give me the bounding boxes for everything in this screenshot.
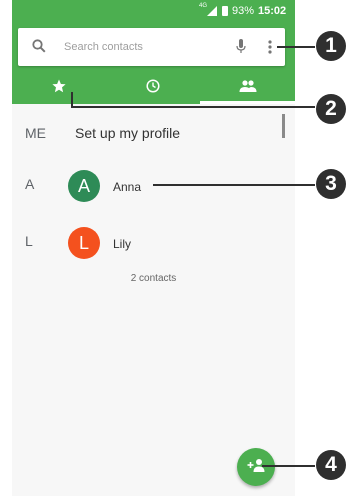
avatar[interactable]: A: [68, 170, 100, 202]
clock-icon: [146, 78, 160, 98]
more-options-icon[interactable]: [268, 40, 272, 59]
callout-line-1: [277, 46, 315, 48]
status-bar: 4G 93% 15:02: [12, 0, 295, 22]
search-icon[interactable]: [32, 39, 46, 58]
section-letter: L: [25, 233, 33, 249]
star-icon: [52, 79, 66, 98]
search-placeholder[interactable]: Search contacts: [64, 41, 143, 53]
callout-line-3: [153, 184, 315, 186]
signal-icon: [207, 6, 217, 16]
section-letter: ME: [25, 125, 46, 141]
callout-line-4: [262, 465, 315, 467]
search-bar[interactable]: Search contacts: [18, 28, 285, 66]
scrollbar[interactable]: [282, 114, 285, 138]
battery-icon: [222, 6, 228, 16]
add-person-icon: [247, 458, 265, 477]
setup-profile-label[interactable]: Set up my profile: [75, 125, 180, 141]
tab-recent[interactable]: [106, 72, 200, 104]
callout-line-2: [71, 106, 315, 108]
contact-count: 2 contacts: [130, 273, 177, 284]
contact-name[interactable]: Anna: [113, 180, 141, 194]
tab-bar: [12, 72, 295, 104]
app-header: 4G 93% 15:02 Search contacts: [12, 0, 295, 104]
avatar[interactable]: L: [68, 227, 100, 259]
callout-badge-1: 1: [316, 31, 346, 61]
callout-badge-3: 3: [316, 169, 346, 199]
active-tab-indicator: [200, 101, 295, 104]
contact-name[interactable]: Lily: [113, 237, 131, 251]
callout-badge-4: 4: [316, 450, 346, 480]
add-contact-button[interactable]: [237, 448, 275, 486]
people-icon: [239, 79, 257, 97]
contact-row[interactable]: A A Anna: [12, 166, 295, 206]
contact-row[interactable]: L L Lily: [12, 223, 295, 263]
battery-percent: 93%: [232, 5, 255, 17]
section-letter: A: [25, 176, 35, 192]
clock-time: 15:02: [258, 5, 287, 17]
contacts-screen: 4G 93% 15:02 Search contacts ME Set up m…: [12, 0, 295, 496]
callout-badge-2: 2: [316, 94, 346, 124]
tab-favorites[interactable]: [12, 72, 106, 104]
microphone-icon[interactable]: [236, 39, 246, 60]
tab-contacts[interactable]: [200, 72, 295, 104]
network-type: 4G: [199, 3, 208, 9]
